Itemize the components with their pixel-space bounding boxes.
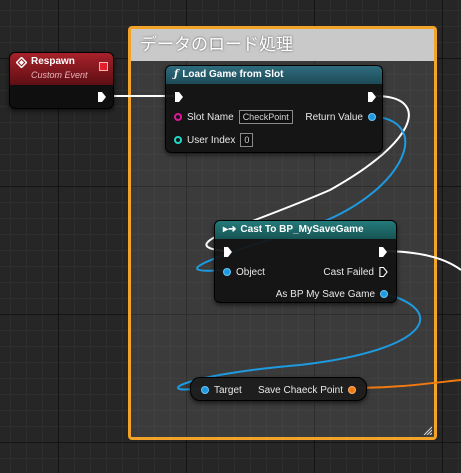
function-icon: ƒ: [174, 69, 179, 80]
integer-pin[interactable]: [174, 136, 182, 144]
resize-grip-icon[interactable]: [422, 425, 432, 435]
load-game-title: Load Game from Slot: [182, 69, 284, 80]
cast-header: ▸➜ Cast To BP_MySaveGame: [215, 221, 396, 239]
object-pin[interactable]: [380, 290, 388, 298]
as-bp-label: As BP My Save Game: [275, 288, 375, 300]
cast-to-bp-mysavegame-node[interactable]: ▸➜ Cast To BP_MySaveGame Object Cast Fail…: [214, 220, 397, 303]
exec-output-pin[interactable]: [367, 91, 377, 103]
return-value-row: Return Value: [305, 110, 376, 124]
slot-name-label: Slot Name: [187, 111, 234, 123]
comment-title[interactable]: データのロード処理: [131, 29, 434, 61]
user-index-label: User Index: [187, 134, 236, 146]
struct-pin[interactable]: [348, 386, 356, 394]
load-game-from-slot-node[interactable]: ƒ Load Game from Slot Slot Name CheckPoin…: [165, 65, 383, 153]
save-check-point-row: Save Chaeck Point: [258, 383, 356, 397]
string-pin[interactable]: [174, 113, 182, 121]
respawn-event-node[interactable]: Respawn Custom Event: [9, 52, 114, 109]
exec-output-pin[interactable]: [378, 246, 388, 258]
exec-output-pin-hollow[interactable]: [379, 266, 388, 278]
cast-title: Cast To BP_MySaveGame: [240, 224, 364, 235]
load-game-header: ƒ Load Game from Slot: [166, 66, 382, 84]
cast-failed-label: Cast Failed: [323, 266, 374, 278]
cast-failed-row: Cast Failed: [323, 265, 388, 279]
target-row: Target: [201, 383, 242, 397]
object-pin[interactable]: [201, 386, 209, 394]
slot-name-input[interactable]: CheckPoint: [238, 110, 293, 124]
respawn-header: Respawn Custom Event: [10, 53, 113, 85]
target-label: Target: [214, 384, 242, 396]
exec-output-pin[interactable]: [97, 91, 107, 103]
exec-input-pin[interactable]: [223, 246, 233, 258]
respawn-title: Respawn: [31, 56, 75, 67]
exec-input-pin[interactable]: [174, 91, 184, 103]
user-index-row: User Index 0: [174, 133, 254, 147]
object-label: Object: [236, 266, 265, 278]
cast-arrow-icon: ▸➜: [223, 224, 237, 235]
return-value-label: Return Value: [305, 111, 363, 123]
object-input-row: Object: [223, 265, 265, 279]
as-bp-row: As BP My Save Game: [276, 287, 388, 301]
respawn-subtitle: Custom Event: [31, 70, 88, 80]
save-check-point-label: Save Chaeck Point: [257, 384, 343, 396]
user-index-input[interactable]: 0: [240, 133, 254, 147]
object-pin[interactable]: [223, 268, 231, 276]
event-diamond-icon: [16, 57, 27, 68]
object-pin[interactable]: [368, 113, 376, 121]
save-check-point-getter-node[interactable]: Target Save Chaeck Point: [190, 377, 367, 401]
slot-name-row: Slot Name CheckPoint: [174, 110, 293, 124]
delegate-pin[interactable]: [99, 62, 108, 71]
